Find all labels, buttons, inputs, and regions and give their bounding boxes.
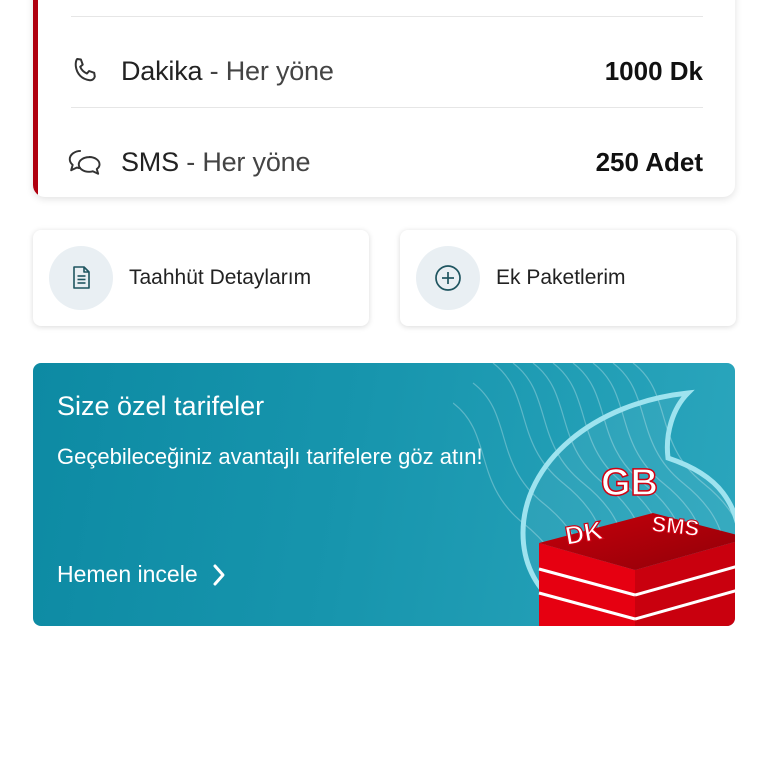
usage-label: SMS - Her yöne (121, 147, 310, 178)
usage-card-accent (33, 0, 38, 197)
phone-icon (67, 53, 103, 89)
commitment-details-label: Taahhüt Detaylarım (129, 266, 312, 289)
promo-art-sms-label: SMS (650, 511, 700, 541)
usage-value: 1000 Dk (604, 55, 703, 86)
promo-cta-link[interactable]: Hemen incele (57, 561, 226, 588)
usage-name: Dakika (121, 55, 203, 86)
usage-row-minutes: Dakika - Her yöne 1000 Dk (67, 41, 703, 101)
extra-packages-button[interactable]: Ek Paketlerim (400, 230, 736, 326)
divider (71, 16, 703, 17)
promo-cta-label: Hemen incele (57, 561, 198, 587)
usage-label: Dakika - Her yöne (121, 56, 334, 87)
usage-scope: - Her yöne (202, 55, 334, 86)
promo-title: Size özel tarifeler (57, 391, 265, 421)
commitment-details-button[interactable]: Taahhüt Detaylarım (33, 230, 369, 326)
extra-packages-label: Ek Paketlerim (496, 266, 626, 289)
chat-bubbles-icon (67, 144, 103, 180)
divider (71, 107, 703, 108)
document-icon (49, 246, 113, 310)
add-circle-icon (416, 246, 480, 310)
usage-scope: - Her yöne (178, 146, 311, 177)
promo-art-gb-label: GB (601, 462, 658, 504)
usage-row-sms: SMS - Her yöne 250 Adet (67, 132, 703, 192)
promo-illustration: GB DK SMS (452, 363, 735, 626)
usage-card: Dakika - Her yöne 1000 Dk SMS - Her yöne… (33, 0, 735, 197)
chevron-right-icon (212, 563, 226, 587)
promo-description: Geçebileceğiniz avantajlı tarifelere göz… (57, 444, 483, 469)
usage-value: 250 Adet (595, 146, 703, 177)
usage-name: SMS (121, 146, 179, 177)
promo-banner[interactable]: Size özel tarifeler Geçebileceğiniz avan… (33, 363, 735, 626)
